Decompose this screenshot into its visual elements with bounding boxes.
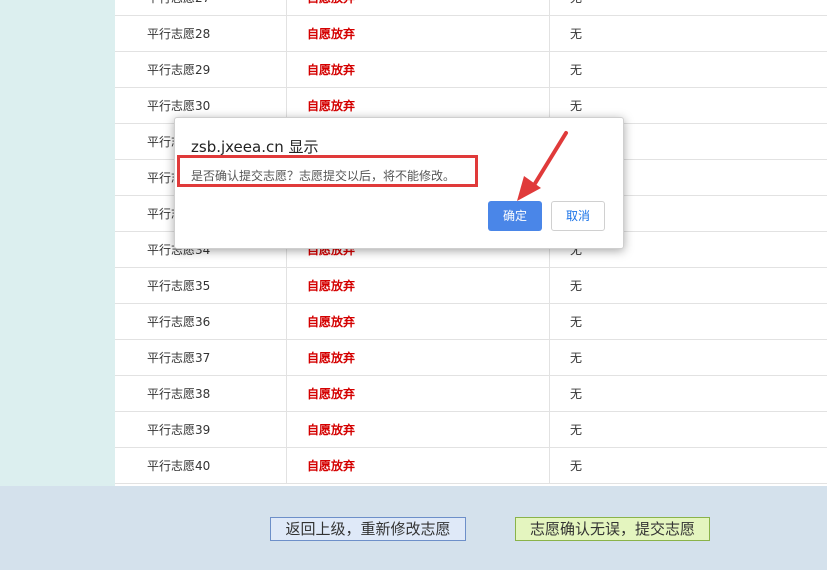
status-cell: 自愿放弃 <box>286 447 550 484</box>
volunteer-name-cell: 平行志愿40 <box>115 447 287 484</box>
ok-button[interactable]: 确定 <box>488 201 542 231</box>
table-row: 平行志愿37 自愿放弃无 <box>115 339 827 376</box>
note-cell: 无 <box>549 15 827 52</box>
table-row: 平行志愿39 自愿放弃无 <box>115 411 827 448</box>
note-cell: 无 <box>549 267 827 304</box>
back-modify-button[interactable]: 返回上级，重新修改志愿 <box>270 517 466 541</box>
status-cell: 自愿放弃 <box>286 51 550 88</box>
note-cell: 无 <box>549 339 827 376</box>
note-cell: 无 <box>549 0 827 16</box>
status-cell: 自愿放弃 <box>286 411 550 448</box>
note-cell: 无 <box>549 51 827 88</box>
table-row: 平行志愿28 自愿放弃无 <box>115 15 827 52</box>
dialog-message: 是否确认提交志愿？志愿提交以后，将不能修改。 <box>191 169 456 183</box>
volunteer-name-cell: 平行志愿28 <box>115 15 287 52</box>
note-cell: 无 <box>549 447 827 484</box>
cancel-button[interactable]: 取消 <box>551 201 605 231</box>
status-cell: 自愿放弃 <box>286 339 550 376</box>
status-cell: 自愿放弃 <box>286 375 550 412</box>
dialog-title: zsb.jxeea.cn 显示 <box>191 138 319 156</box>
status-cell: 自愿放弃 <box>286 0 550 16</box>
table-row: 平行志愿36 自愿放弃无 <box>115 303 827 340</box>
status-cell: 自愿放弃 <box>286 303 550 340</box>
submit-volunteer-button[interactable]: 志愿确认无误，提交志愿 <box>515 517 710 541</box>
volunteer-name-cell: 平行志愿35 <box>115 267 287 304</box>
table-row: 平行志愿38 自愿放弃无 <box>115 375 827 412</box>
table-row: 平行志愿35 自愿放弃无 <box>115 267 827 304</box>
left-background-band <box>0 0 115 486</box>
volunteer-name-cell: 平行志愿37 <box>115 339 287 376</box>
confirm-dialog: zsb.jxeea.cn 显示 是否确认提交志愿？志愿提交以后，将不能修改。 确… <box>174 117 624 249</box>
volunteer-name-cell: 平行志愿39 <box>115 411 287 448</box>
table-row: 平行志愿27自愿放弃无 <box>115 0 827 16</box>
volunteer-name-cell: 平行志愿36 <box>115 303 287 340</box>
volunteer-name-cell: 平行志愿29 <box>115 51 287 88</box>
volunteer-name-cell: 平行志愿27 <box>115 0 287 16</box>
note-cell: 无 <box>549 303 827 340</box>
status-cell: 自愿放弃 <box>286 15 550 52</box>
volunteer-name-cell: 平行志愿38 <box>115 375 287 412</box>
table-row: 平行志愿40 自愿放弃无 <box>115 447 827 484</box>
note-cell: 无 <box>549 375 827 412</box>
table-row: 平行志愿29 自愿放弃无 <box>115 51 827 88</box>
note-cell: 无 <box>549 411 827 448</box>
status-cell: 自愿放弃 <box>286 267 550 304</box>
